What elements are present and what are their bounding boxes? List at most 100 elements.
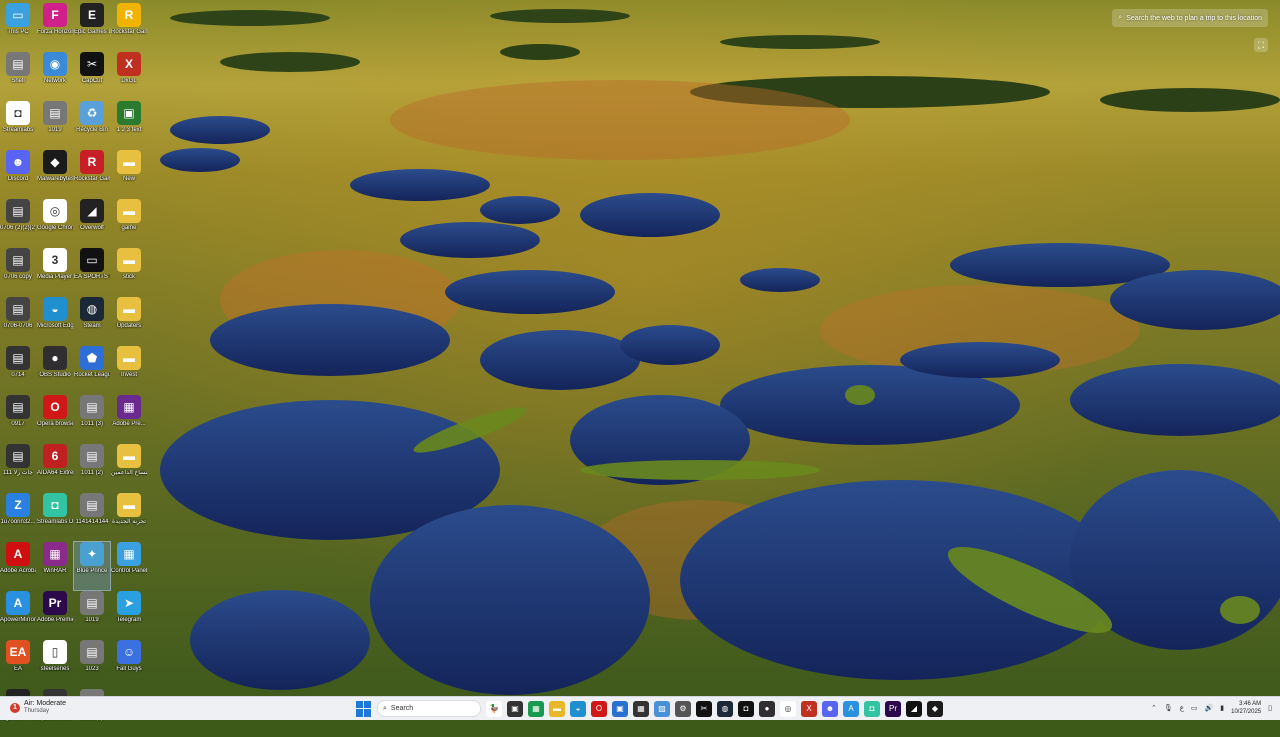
network-icon[interactable]: ▭ xyxy=(1191,704,1198,712)
apowermirror-icon[interactable]: A xyxy=(843,700,859,717)
desktop-icon-label: Rockstar Games Launcher xyxy=(74,176,110,182)
app-icon: E xyxy=(80,3,104,27)
desktop-icon[interactable]: ☺ Fall Guys xyxy=(111,640,147,688)
app-icon: EA xyxy=(6,640,30,664)
desktop-icon[interactable]: ▤ 0714 xyxy=(0,346,36,394)
obs-icon[interactable]: ● xyxy=(759,700,775,717)
spotlight-text: Search the web to plan a trip to this lo… xyxy=(1126,14,1262,22)
taskbar-search-box[interactable]: ⌕ Search xyxy=(377,700,481,717)
app-icon[interactable]: ◘ xyxy=(864,700,880,717)
desktop-icon[interactable]: ▬ game xyxy=(111,199,147,247)
desktop-icon[interactable]: ◍ Steam xyxy=(74,297,110,345)
ducky-icon[interactable]: 🦆 xyxy=(486,700,502,717)
capcut-icon[interactable]: ✂ xyxy=(696,700,712,717)
steam-icon[interactable]: ◍ xyxy=(717,700,733,717)
desktop-icon[interactable]: ▬ Invest xyxy=(111,346,147,394)
widgets-icon[interactable]: ▦ xyxy=(528,700,544,717)
desktop-icon[interactable]: ▤ 0706 (2)(2)(2) xyxy=(0,199,36,247)
desktop-icon[interactable]: ◘ Streamlabs Desktop xyxy=(37,493,73,541)
mic-icon[interactable]: 🎙 xyxy=(1164,704,1173,712)
desktop-icon[interactable]: ▬ تجربة الجديدة xyxy=(111,493,147,541)
edge-icon[interactable]: ◒ xyxy=(570,700,586,717)
desktop-icon[interactable]: ● OBS Studio xyxy=(37,346,73,394)
desktop-icon[interactable]: Z 1u7oorin32... xyxy=(0,493,36,541)
discord-icon[interactable]: ☻ xyxy=(822,700,838,717)
desktop-icon[interactable]: ✦ Blue Prince xyxy=(73,541,111,591)
settings-icon[interactable]: ⚙ xyxy=(675,700,691,717)
streamlabs-icon[interactable]: ◘ xyxy=(738,700,754,717)
desktop-icon[interactable]: ▣ 1 2 3 text xyxy=(111,101,147,149)
battery-icon[interactable]: ▮ xyxy=(1220,704,1224,712)
desktop-icon[interactable]: ▤ 1023 xyxy=(74,640,110,688)
desktop-icon[interactable]: ▬ stick xyxy=(111,248,147,296)
desktop-icon[interactable]: ▦ Control Panel xyxy=(111,542,147,590)
desktop-icon[interactable]: ▤ 1019 xyxy=(74,591,110,639)
task-view-icon[interactable]: ▣ xyxy=(507,700,523,717)
desktop-icon[interactable]: ⬟ Rocket League xyxy=(74,346,110,394)
desktop-icon[interactable]: ▬ Updaters xyxy=(111,297,147,345)
desktop-icon[interactable]: ◎ Google Chrome xyxy=(37,199,73,247)
desktop-icon[interactable]: ▤ 0706-0706 xyxy=(0,297,36,345)
desktop-icon[interactable]: ◉ Network xyxy=(37,52,73,100)
desktop-icon[interactable]: ▤ 0917 xyxy=(0,395,36,443)
desktop-icon[interactable]: 3 Media Player 3221 xyxy=(37,248,73,296)
desktop-icon[interactable]: X DxGL xyxy=(111,52,147,100)
desktop-icon[interactable]: ➤ Telegram xyxy=(111,591,147,639)
desktop-icon[interactable]: R Rockstar Games xyxy=(111,3,147,51)
desktop-icon[interactable]: ✂ CapCut xyxy=(74,52,110,100)
chevron-up-icon[interactable]: ⌃ xyxy=(1151,704,1157,712)
file-explorer-icon[interactable]: ▬ xyxy=(549,700,565,717)
desktop-icon[interactable]: ◘ Streamlabs xyxy=(0,101,36,149)
desktop-icon[interactable]: ▭ This PC xyxy=(0,3,36,51)
capture-icon[interactable]: ◢ xyxy=(906,700,922,717)
desktop-icon[interactable]: ♻ Recycle Bin xyxy=(74,101,110,149)
learn-more-icon[interactable]: ⛶ xyxy=(1254,38,1268,52)
desktop-icon[interactable]: ▬ استنساخ الداعمين xyxy=(111,444,147,492)
opera-icon[interactable]: O xyxy=(591,700,607,717)
desktop-icon[interactable]: ▤ 1019 xyxy=(37,101,73,149)
calculator-icon[interactable]: ▦ xyxy=(633,700,649,717)
desktop-icon[interactable]: A ApowerMirror xyxy=(0,591,36,639)
photos-icon[interactable]: ▨ xyxy=(654,700,670,717)
desktop-icon[interactable]: F Forza Horizon 5 xyxy=(37,3,73,51)
desktop-icon[interactable]: ▤ Shell xyxy=(0,52,36,100)
store-icon[interactable]: ▣ xyxy=(612,700,628,717)
desktop-icon[interactable]: Pr Adobe Premiere P... xyxy=(37,591,73,639)
desktop-icon[interactable]: ▤ 0706 copy xyxy=(0,248,36,296)
malwarebytes-icon[interactable]: ◆ xyxy=(927,700,943,717)
desktop-icon[interactable]: ▦ WinRAR xyxy=(37,542,73,590)
desktop-icon[interactable]: O Opera browser xyxy=(37,395,73,443)
desktop-icon[interactable]: ☻ Discord xyxy=(0,150,36,198)
desktop-icon-label: Adobe Premiere P... xyxy=(37,617,73,623)
app-icon: ⬟ xyxy=(80,346,104,370)
weather-widget[interactable]: 1 Air: Moderate Thursday xyxy=(10,700,66,715)
desktop-icon[interactable]: ▤ 1141414144 xyxy=(74,493,110,541)
desktop-icon[interactable]: ▦ Adobe Pre... xyxy=(111,395,147,443)
app-icon: ▬ xyxy=(117,493,141,517)
desktop-icon[interactable]: R Rockstar Games Launcher xyxy=(74,150,110,198)
desktop-icon[interactable]: ▯ steelseries xyxy=(37,640,73,688)
language-indicator[interactable]: ع xyxy=(1180,704,1184,712)
desktop-icon[interactable]: ▤ 1011 (3) xyxy=(74,395,110,443)
volume-icon[interactable]: 🔊 xyxy=(1205,704,1214,712)
notification-icon[interactable]: ▯ xyxy=(1268,704,1272,712)
desktop-icon[interactable]: ▬ New xyxy=(111,150,147,198)
dxgl-icon[interactable]: X xyxy=(801,700,817,717)
spotlight-search-hint[interactable]: ⌕ Search the web to plan a trip to this … xyxy=(1112,9,1268,27)
desktop-icon[interactable]: ▤ 1011 (2) xyxy=(74,444,110,492)
desktop-icon[interactable]: ◢ Overwolf xyxy=(74,199,110,247)
desktop-icon[interactable]: E Epic Games Launcher xyxy=(74,3,110,51)
desktop-icon[interactable]: A Adobe Acrobat xyxy=(0,542,36,590)
desktop-icon[interactable]: 6 AIDA64 Extreme xyxy=(37,444,73,492)
desktop-icon[interactable]: ▤ جات رلا 111 xyxy=(0,444,36,492)
desktop-icon[interactable]: ◒ Microsoft Edge xyxy=(37,297,73,345)
premiere-icon[interactable]: Pr xyxy=(885,700,901,717)
chrome-icon[interactable]: ◎ xyxy=(780,700,796,717)
desktop-icon-label: DxGL xyxy=(121,78,137,84)
app-icon: F xyxy=(43,3,67,27)
desktop-icon[interactable]: ◆ Malwarebytes xyxy=(37,150,73,198)
clock[interactable]: 3:46 AM 10/27/2025 xyxy=(1231,700,1261,716)
desktop-icon[interactable]: ▭ EA SPORTS FC xyxy=(74,248,110,296)
start-button[interactable] xyxy=(356,700,372,717)
desktop-icon[interactable]: EA EA xyxy=(0,640,36,688)
